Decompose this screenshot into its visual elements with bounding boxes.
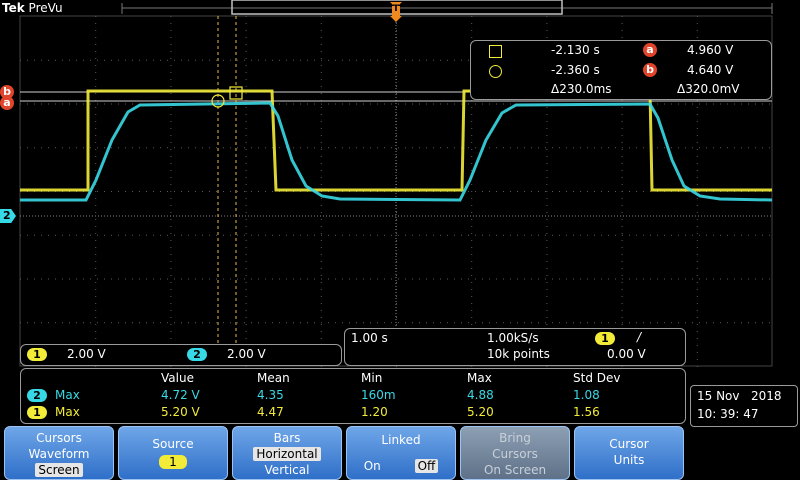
sample-rate: 1.00kS/s [487,331,539,345]
col-header-value: Value [161,371,194,385]
source-title: Source [152,437,194,451]
measurement-table: Value Mean Min Max Std Dev 2 Max 4.72 V … [20,368,686,424]
trigger-source-badge: 1 [595,332,615,345]
cursor-a-voltage: 4.960 V [687,43,734,57]
bars-title: Bars [273,431,301,445]
cursor-b-badge: b [643,63,657,77]
cursors-softkey[interactable]: Cursors Waveform Screen [4,426,114,480]
time-per-division: 1.00 s [351,331,388,345]
row-min: 1.20 [361,405,388,419]
horizontal-trigger-panel: 1.00 s 1.00kS/s 10k points 1 / 0.00 V [344,328,686,366]
bring-line2: Cursors [492,447,538,461]
square-cursor-time: -2.130 s [551,43,600,57]
col-header-mean: Mean [257,371,290,385]
row-min: 160m [361,388,396,402]
oscilloscope-screen: Tek PreVu T b a 2 -2.130 s -2.360 s a b … [0,0,800,480]
row-measure-name: Max [55,405,80,419]
cursors-mode-waveform: Waveform [28,447,90,461]
source-softkey[interactable]: Source 1 [118,426,228,480]
bars-softkey[interactable]: Bars Horizontal Vertical [232,426,342,480]
row-channel-badge: 1 [27,406,47,419]
time: 10: 39: 47 [697,407,759,421]
date: 15 Nov 2018 [697,389,782,403]
channel-2-badge[interactable]: 2 [187,348,207,361]
row-std-dev: 1.08 [573,388,600,402]
col-header-std-dev: Std Dev [573,371,621,385]
square-cursor-icon [489,45,502,58]
cursor-a-marker[interactable]: a [0,96,14,110]
trigger-slope-icon: / [637,330,642,344]
source-value: 1 [159,455,187,469]
bars-vertical-option: Vertical [264,463,310,477]
cursor-b-voltage: 4.640 V [687,63,734,77]
channel-1-scale: 2.00 V [67,347,106,361]
record-overview-bar [121,0,773,15]
cursors-title: Cursors [36,431,82,445]
row-max: 5.20 [467,405,494,419]
circle-cursor-time: -2.360 s [551,63,600,77]
trigger-marker-label: T [392,4,400,14]
row-channel-badge: 2 [27,389,47,402]
circle-cursor-icon [489,65,502,78]
linked-off-option: Off [414,459,439,473]
row-measure-name: Max [55,388,80,402]
linked-title: Linked [381,433,421,447]
col-header-max: Max [467,371,492,385]
delta-voltage: Δ320.0mV [677,82,740,96]
row-mean: 4.47 [257,405,284,419]
row-value: 4.72 V [161,388,200,402]
cursors-mode-screen: Screen [35,463,83,477]
cursor-a-badge: a [643,43,657,57]
linked-softkey[interactable]: Linked On Off [346,426,456,480]
bring-cursors-softkey[interactable]: Bring Cursors On Screen [460,426,570,480]
record-length: 10k points [487,347,550,361]
row-value: 5.20 V [161,405,200,419]
bring-line1: Bring [499,431,531,445]
cursor-readout-panel: -2.130 s -2.360 s a b 4.960 V 4.640 V Δ2… [470,40,772,100]
row-max: 4.88 [467,388,494,402]
vertical-scale-panel: 1 2.00 V 2 2.00 V [20,344,342,366]
delta-time: Δ230.0ms [551,82,612,96]
col-header-min: Min [361,371,383,385]
trigger-level: 0.00 V [607,347,646,361]
cursor-units-line2: Units [613,453,645,467]
channel-2-scale: 2.00 V [227,347,266,361]
channel-1-badge[interactable]: 1 [27,348,47,361]
bring-line3: On Screen [483,463,547,477]
bars-horizontal-option: Horizontal [253,447,321,461]
date-time-display: 15 Nov 2018 10: 39: 47 [690,385,798,427]
row-std-dev: 1.56 [573,405,600,419]
row-mean: 4.35 [257,388,284,402]
cursor-units-softkey[interactable]: Cursor Units [574,426,684,480]
cursor-units-line1: Cursor [609,437,649,451]
linked-on-option: On [363,459,381,473]
